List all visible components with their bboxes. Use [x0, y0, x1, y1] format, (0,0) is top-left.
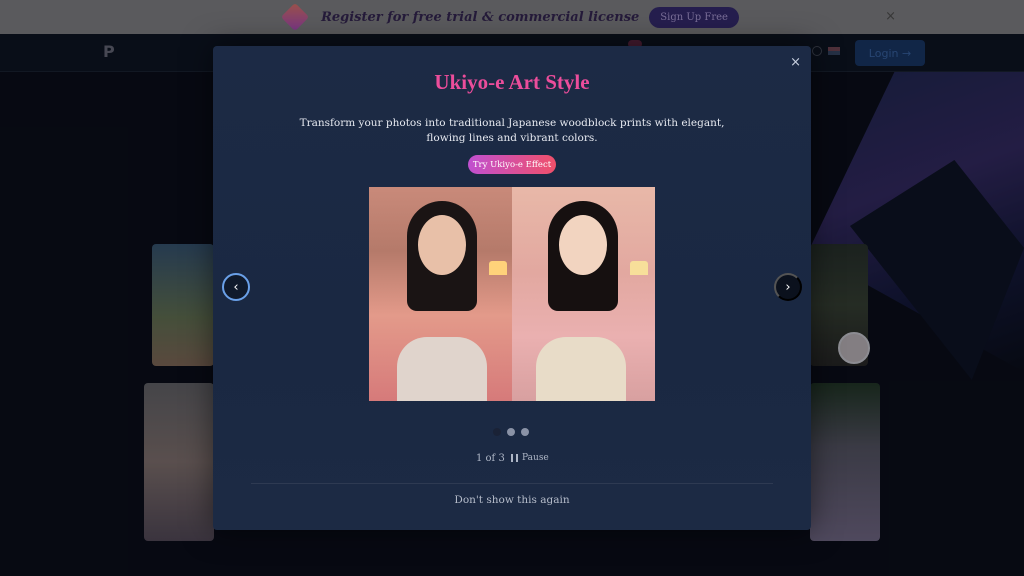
pause-label: Pause [522, 453, 549, 463]
slide-dot-3[interactable] [521, 428, 529, 436]
slide-indicators [493, 428, 529, 436]
before-after-image [369, 187, 655, 401]
style-modal: × Ukiyo-e Art Style Transform your photo… [213, 46, 811, 530]
chevron-left-icon[interactable]: ‹ [222, 273, 250, 301]
divider [251, 483, 773, 484]
photo-shirt [397, 337, 487, 401]
try-effect-button[interactable]: Try Ukiyo-e Effect [468, 155, 556, 174]
slide-counter: 1 of 3 [476, 453, 505, 464]
close-icon[interactable]: × [790, 55, 801, 70]
photo-lamp [489, 261, 507, 275]
pause-button[interactable]: Pause [511, 453, 549, 463]
art-shirt [536, 337, 626, 401]
pause-icon [511, 454, 518, 462]
slide-dot-2[interactable] [507, 428, 515, 436]
modal-description: Transform your photos into traditional J… [299, 117, 725, 144]
ukiyo-e-result [512, 187, 655, 401]
photo-face [418, 215, 466, 275]
slide-dot-1[interactable] [493, 428, 501, 436]
modal-title: Ukiyo-e Art Style [434, 70, 590, 94]
dont-show-again-link[interactable]: Don't show this again [213, 494, 811, 506]
art-lamp [630, 261, 648, 275]
chevron-right-icon[interactable]: › [774, 273, 802, 301]
original-photo [369, 187, 512, 401]
art-face [559, 215, 607, 275]
